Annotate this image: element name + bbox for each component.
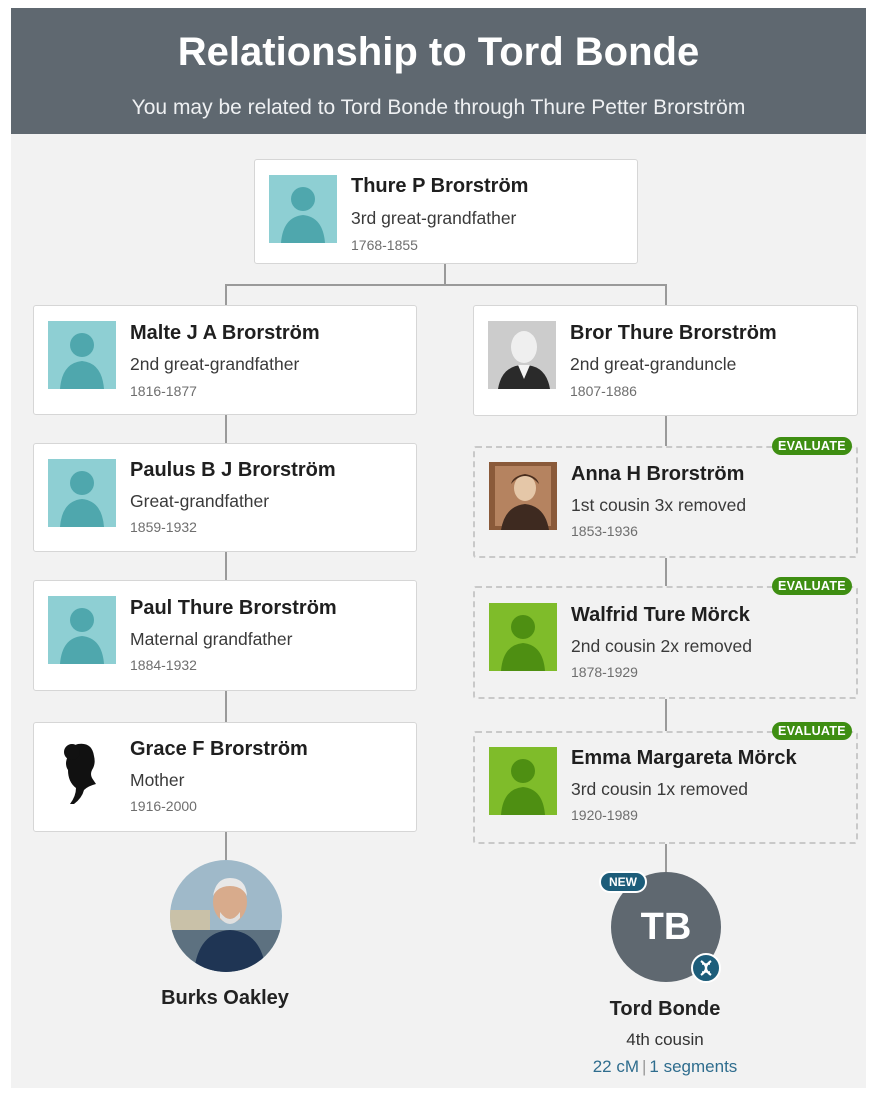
person-card-bror-thure-brorstrom[interactable]: Bror Thure Brorström 2nd great-granduncl… bbox=[473, 305, 858, 416]
header: Relationship to Tord Bonde You may be re… bbox=[11, 8, 866, 134]
person-name: Thure P Brorström bbox=[351, 175, 529, 197]
connector-line bbox=[665, 284, 667, 306]
person-name: Malte J A Brorström bbox=[130, 322, 320, 344]
person-card-walfrid-ture-morck[interactable]: Walfrid Ture Mörck 2nd cousin 2x removed… bbox=[473, 586, 858, 699]
match-dna-summary: 22 cM | 1 segments bbox=[565, 1057, 765, 1077]
evaluate-badge[interactable]: EVALUATE bbox=[772, 722, 852, 740]
person-card-thure-p-brorstrom[interactable]: Thure P Brorström 3rd great-grandfather … bbox=[254, 159, 638, 264]
connector-line bbox=[225, 284, 667, 286]
home-person-name[interactable]: Burks Oakley bbox=[125, 987, 325, 1010]
silhouette-icon bbox=[48, 459, 116, 527]
person-card-paulus-b-j-brorstrom[interactable]: Paulus B J Brorström Great-grandfather 1… bbox=[33, 443, 417, 552]
connector-line bbox=[225, 415, 227, 443]
person-name: Walfrid Ture Mörck bbox=[571, 604, 750, 626]
connector-line bbox=[444, 263, 446, 285]
person-years: 1859-1932 bbox=[130, 519, 197, 535]
female-silhouette-icon bbox=[48, 738, 116, 806]
page-title: Relationship to Tord Bonde bbox=[177, 30, 700, 74]
new-badge: NEW bbox=[599, 871, 647, 893]
silhouette-icon bbox=[269, 175, 337, 243]
connector-line bbox=[225, 284, 227, 306]
person-years: 1768-1855 bbox=[351, 237, 418, 253]
connector-line bbox=[665, 558, 667, 586]
connector-line bbox=[665, 416, 667, 446]
person-years: 1853-1936 bbox=[571, 523, 638, 539]
person-card-paul-thure-brorstrom[interactable]: Paul Thure Brorström Maternal grandfathe… bbox=[33, 580, 417, 691]
person-name: Anna H Brorström bbox=[571, 463, 745, 485]
person-years: 1807-1886 bbox=[570, 383, 637, 399]
person-relationship: 2nd great-grandfather bbox=[130, 354, 300, 374]
person-relationship: Mother bbox=[130, 770, 185, 790]
connector-line bbox=[665, 699, 667, 731]
match-relationship: 4th cousin bbox=[626, 1030, 704, 1049]
evaluate-badge[interactable]: EVALUATE bbox=[772, 437, 852, 455]
page-subtitle: You may be related to Tord Bonde through… bbox=[131, 96, 746, 119]
person-name: Emma Margareta Mörck bbox=[571, 747, 797, 769]
separator: | bbox=[641, 1057, 647, 1076]
person-years: 1816-1877 bbox=[130, 383, 197, 399]
person-card-malte-j-a-brorstrom[interactable]: Malte J A Brorström 2nd great-grandfathe… bbox=[33, 305, 417, 415]
person-relationship: Great-grandfather bbox=[130, 491, 270, 511]
shared-cm-link[interactable]: 22 cM bbox=[593, 1057, 639, 1076]
person-card-grace-f-brorstrom[interactable]: Grace F Brorström Mother 1916-2000 bbox=[33, 722, 417, 832]
person-years: 1920-1989 bbox=[571, 807, 638, 823]
person-relationship: 1st cousin 3x removed bbox=[571, 495, 747, 515]
person-card-emma-margareta-morck[interactable]: Emma Margareta Mörck 3rd cousin 1x remov… bbox=[473, 731, 858, 844]
portrait-photo bbox=[489, 462, 557, 530]
silhouette-icon bbox=[48, 596, 116, 664]
connector-line bbox=[225, 832, 227, 862]
person-relationship: 2nd great-granduncle bbox=[570, 354, 737, 374]
person-card-anna-h-brorstrom[interactable]: Anna H Brorström 1st cousin 3x removed 1… bbox=[473, 446, 858, 558]
person-name: Bror Thure Brorström bbox=[570, 322, 777, 344]
silhouette-icon bbox=[489, 603, 557, 671]
silhouette-icon bbox=[489, 747, 557, 815]
person-name: Grace F Brorström bbox=[130, 738, 308, 760]
dna-icon bbox=[691, 953, 721, 983]
segments-link[interactable]: 1 segments bbox=[649, 1057, 737, 1076]
person-relationship: 3rd great-grandfather bbox=[351, 208, 517, 228]
person-relationship: 2nd cousin 2x removed bbox=[571, 636, 752, 656]
person-relationship: Maternal grandfather bbox=[130, 629, 293, 649]
person-years: 1916-2000 bbox=[130, 798, 197, 814]
person-name: Paul Thure Brorström bbox=[130, 597, 337, 619]
person-years: 1878-1929 bbox=[571, 664, 638, 680]
evaluate-badge[interactable]: EVALUATE bbox=[772, 577, 852, 595]
person-relationship: 3rd cousin 1x removed bbox=[571, 779, 749, 799]
silhouette-icon bbox=[48, 321, 116, 389]
match-name[interactable]: Tord Bonde bbox=[565, 998, 765, 1021]
connector-line bbox=[225, 691, 227, 722]
avatar[interactable] bbox=[170, 860, 282, 972]
person-name: Paulus B J Brorström bbox=[130, 459, 336, 481]
portrait-photo bbox=[488, 321, 556, 389]
person-years: 1884-1932 bbox=[130, 657, 197, 673]
connector-line bbox=[665, 844, 667, 874]
connector-line bbox=[225, 552, 227, 580]
